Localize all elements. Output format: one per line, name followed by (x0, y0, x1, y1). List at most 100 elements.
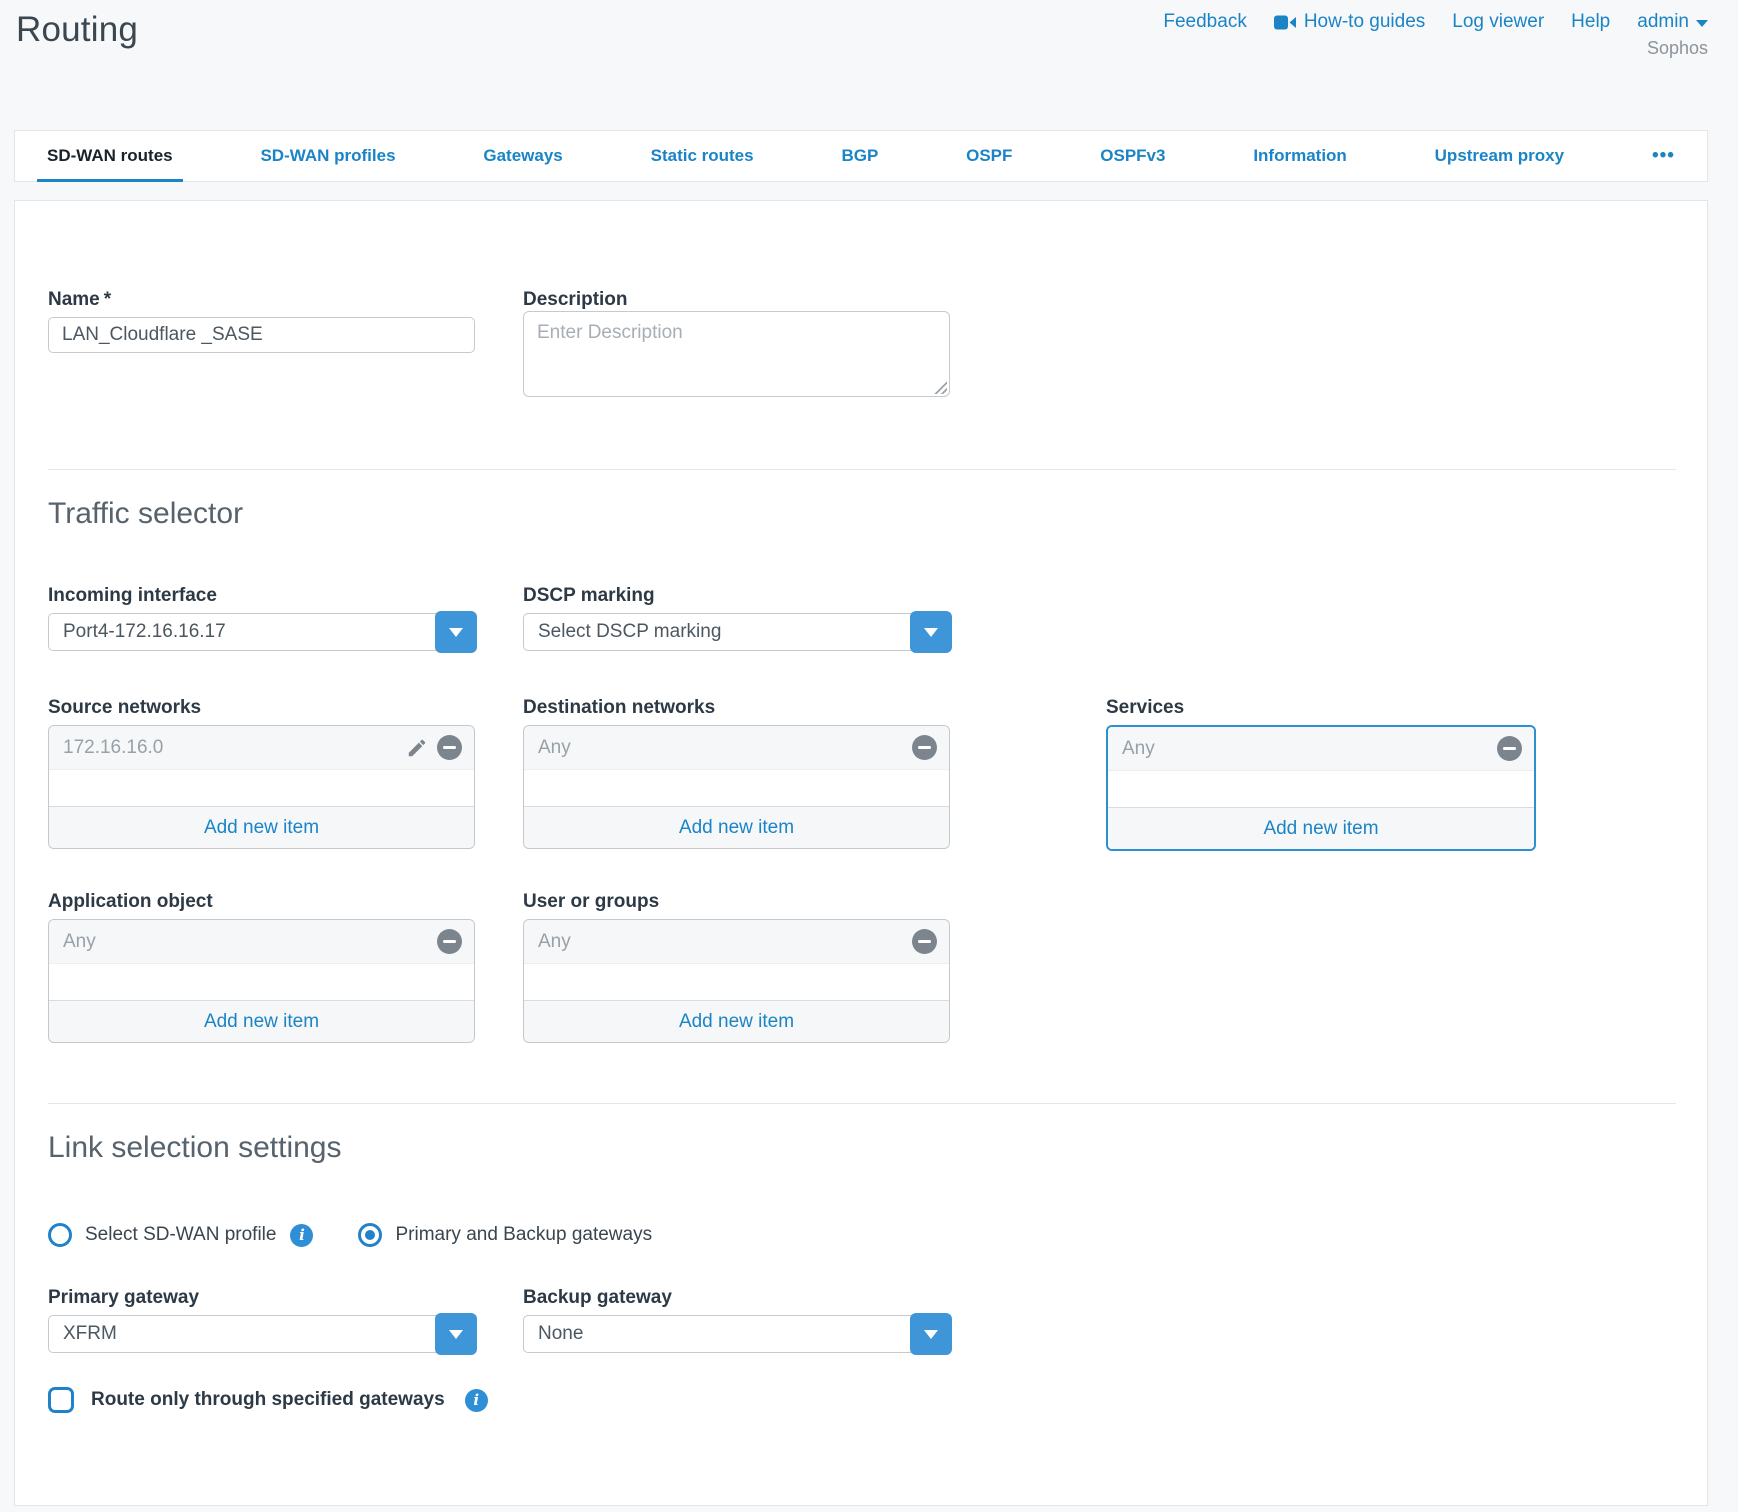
admin-menu[interactable]: admin (1637, 11, 1708, 33)
radio-unselected-icon (48, 1223, 72, 1247)
tab-upstream-proxy[interactable]: Upstream proxy (1425, 131, 1574, 181)
description-field (523, 311, 950, 397)
dropdown-arrow-icon (924, 1330, 938, 1339)
radio-label: Select SD-WAN profile (85, 1224, 276, 1246)
howto-guides-link[interactable]: How-to guides (1274, 11, 1425, 33)
application-object-add-button[interactable]: Add new item (49, 1000, 474, 1042)
dscp-marking-dropdown[interactable]: Select DSCP marking (523, 613, 950, 651)
list-item-text: Any (538, 931, 912, 953)
dropdown-arrow-icon (449, 1330, 463, 1339)
feedback-link[interactable]: Feedback (1163, 11, 1246, 33)
radio-primary-backup-gateways[interactable]: Primary and Backup gateways (358, 1223, 652, 1247)
page-title: Routing (16, 10, 138, 50)
list-item: Any (49, 920, 474, 964)
admin-menu-label: admin (1637, 11, 1689, 33)
source-networks-add-button[interactable]: Add new item (49, 806, 474, 848)
list-item-text: Any (63, 931, 437, 953)
info-icon[interactable]: i (290, 1224, 313, 1247)
video-camera-icon (1274, 15, 1296, 30)
howto-guides-label: How-to guides (1304, 11, 1425, 33)
dscp-marking-value[interactable]: Select DSCP marking (523, 613, 950, 651)
listbox-empty-area (1108, 771, 1534, 807)
services-listbox: Any Add new item (1106, 725, 1536, 851)
application-object-listbox: Any Add new item (48, 919, 475, 1043)
remove-item-icon[interactable] (912, 735, 937, 760)
header-links: Feedback How-to guides Log viewer Help a… (1163, 11, 1708, 33)
dropdown-arrow-icon (449, 628, 463, 637)
route-only-row: Route only through specified gateways i (48, 1387, 488, 1413)
sd-wan-route-form: Name* Description Traffic selector Incom… (14, 200, 1708, 1506)
brand-label: Sophos (1647, 38, 1708, 59)
tab-ospf[interactable]: OSPF (956, 131, 1022, 181)
radio-select-sd-wan-profile[interactable]: Select SD-WAN profile (48, 1223, 276, 1247)
help-link[interactable]: Help (1571, 11, 1610, 33)
list-item: Any (524, 726, 949, 770)
remove-item-icon[interactable] (1497, 736, 1522, 761)
description-textarea[interactable] (523, 311, 950, 397)
backup-gateway-dropdown[interactable]: None (523, 1315, 950, 1353)
source-networks-listbox: 172.16.16.0 Add new item (48, 725, 475, 849)
tab-ospfv3[interactable]: OSPFv3 (1090, 131, 1175, 181)
incoming-interface-label: Incoming interface (48, 585, 217, 607)
tab-sd-wan-routes[interactable]: SD-WAN routes (37, 131, 183, 181)
tab-bgp[interactable]: BGP (831, 131, 888, 181)
route-only-label: Route only through specified gateways (91, 1389, 445, 1411)
destination-networks-label: Destination networks (523, 697, 715, 719)
section-divider (48, 1103, 1676, 1104)
primary-gateway-dropdown-button[interactable] (435, 1313, 477, 1355)
section-divider (48, 469, 1676, 470)
user-or-groups-add-button[interactable]: Add new item (524, 1000, 949, 1042)
list-item-text: Any (538, 737, 912, 759)
remove-item-icon[interactable] (437, 929, 462, 954)
backup-gateway-label: Backup gateway (523, 1287, 672, 1309)
incoming-interface-value[interactable]: Port4-172.16.16.17 (48, 613, 475, 651)
tab-gateways[interactable]: Gateways (473, 131, 572, 181)
edit-pencil-icon[interactable] (406, 737, 428, 759)
name-label: Name* (48, 289, 111, 311)
info-icon[interactable]: i (465, 1389, 488, 1412)
tab-static-routes[interactable]: Static routes (641, 131, 764, 181)
list-item-text: Any (1122, 738, 1497, 760)
dropdown-arrow-icon (924, 628, 938, 637)
user-or-groups-label: User or groups (523, 891, 659, 913)
incoming-interface-dropdown[interactable]: Port4-172.16.16.17 (48, 613, 475, 651)
backup-gateway-dropdown-button[interactable] (910, 1313, 952, 1355)
log-viewer-link[interactable]: Log viewer (1452, 11, 1544, 33)
description-label: Description (523, 289, 628, 311)
tab-overflow-menu[interactable]: ••• (1642, 131, 1685, 181)
primary-gateway-label: Primary gateway (48, 1287, 199, 1309)
chevron-down-icon (1696, 20, 1708, 27)
remove-item-icon[interactable] (912, 929, 937, 954)
listbox-empty-area (524, 770, 949, 806)
list-item: Any (524, 920, 949, 964)
tab-information[interactable]: Information (1243, 131, 1357, 181)
radio-label: Primary and Backup gateways (395, 1224, 652, 1246)
dscp-marking-label: DSCP marking (523, 585, 655, 607)
services-label: Services (1106, 697, 1184, 719)
services-add-button[interactable]: Add new item (1108, 807, 1534, 849)
required-asterisk: * (104, 289, 111, 310)
list-item-text: 172.16.16.0 (63, 737, 406, 759)
primary-gateway-dropdown[interactable]: XFRM (48, 1315, 475, 1353)
tab-bar: SD-WAN routes SD-WAN profiles Gateways S… (14, 130, 1708, 182)
radio-selected-icon (358, 1223, 382, 1247)
list-item: 172.16.16.0 (49, 726, 474, 770)
backup-gateway-value[interactable]: None (523, 1315, 950, 1353)
primary-gateway-value[interactable]: XFRM (48, 1315, 475, 1353)
listbox-empty-area (49, 770, 474, 806)
application-object-label: Application object (48, 891, 213, 913)
routing-page: Routing Feedback How-to guides Log viewe… (0, 0, 1738, 1512)
route-only-checkbox[interactable] (48, 1387, 74, 1413)
link-selection-radios: Select SD-WAN profile i Primary and Back… (48, 1223, 652, 1247)
traffic-selector-heading: Traffic selector (48, 497, 243, 531)
remove-item-icon[interactable] (437, 735, 462, 760)
tab-sd-wan-profiles[interactable]: SD-WAN profiles (250, 131, 405, 181)
incoming-interface-dropdown-button[interactable] (435, 611, 477, 653)
dscp-marking-dropdown-button[interactable] (910, 611, 952, 653)
list-item: Any (1108, 727, 1534, 771)
listbox-empty-area (49, 964, 474, 1000)
destination-networks-add-button[interactable]: Add new item (524, 806, 949, 848)
link-selection-heading: Link selection settings (48, 1131, 342, 1165)
user-or-groups-listbox: Any Add new item (523, 919, 950, 1043)
name-input[interactable] (48, 317, 475, 353)
